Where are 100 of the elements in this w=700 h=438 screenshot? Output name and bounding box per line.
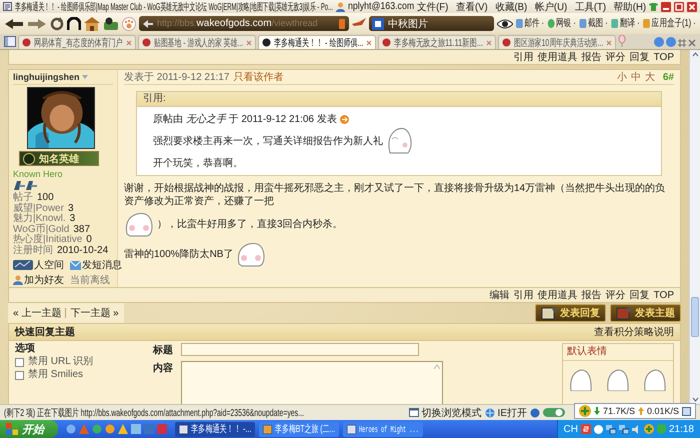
forward-circle-icon[interactable] bbox=[666, 37, 676, 47]
input-method-icon[interactable] bbox=[580, 424, 591, 434]
minimize-button[interactable] bbox=[661, 2, 671, 12]
space-icon[interactable] bbox=[13, 260, 33, 270]
post-action-link[interactable]: TOP bbox=[654, 290, 674, 300]
close-icon[interactable] bbox=[688, 39, 696, 47]
dropdown-icon[interactable] bbox=[82, 75, 88, 79]
back-icon[interactable] bbox=[4, 18, 24, 30]
shirt-icon[interactable] bbox=[649, 2, 658, 10]
tab-menu-icon[interactable] bbox=[678, 39, 686, 47]
message-icon[interactable] bbox=[70, 260, 81, 270]
close-icon[interactable] bbox=[366, 40, 372, 46]
author-name[interactable]: linghuijingshen bbox=[13, 72, 80, 82]
eye-icon[interactable] bbox=[497, 18, 513, 28]
post-action-link[interactable]: 评分 bbox=[606, 50, 626, 64]
refresh-icon[interactable] bbox=[50, 16, 64, 30]
emoticon-icon[interactable] bbox=[642, 367, 667, 391]
status-button[interactable]: IE打开 bbox=[498, 406, 527, 420]
scrollbar[interactable] bbox=[689, 50, 700, 404]
pin-icon[interactable] bbox=[618, 35, 626, 47]
author-only-link[interactable]: 只看该作者 bbox=[233, 70, 284, 84]
network-icon[interactable] bbox=[606, 424, 616, 434]
scroll-down-icon[interactable] bbox=[690, 395, 700, 404]
account-link[interactable]: nplyht@163.com bbox=[348, 1, 414, 12]
volume-icon[interactable] bbox=[632, 424, 641, 434]
next-topic-link[interactable]: 下一主题 » bbox=[70, 306, 119, 320]
back-circle-icon[interactable] bbox=[654, 37, 664, 47]
globe-icon[interactable] bbox=[484, 408, 495, 418]
browser-tab[interactable]: 网易体育_有态度的体育门户 bbox=[18, 35, 136, 49]
menu-item[interactable]: 帐户(U) bbox=[534, 0, 568, 14]
add-friend-icon[interactable] bbox=[13, 275, 23, 285]
post-action-link[interactable]: 使用道具 bbox=[538, 288, 578, 302]
profile-link[interactable]: 人空间 bbox=[34, 258, 64, 272]
close-icon[interactable] bbox=[606, 40, 612, 46]
menu-item[interactable]: 帮助(H) bbox=[614, 0, 646, 14]
post-action-link[interactable]: 回复 bbox=[630, 288, 650, 302]
post-action-link[interactable]: 评分 bbox=[606, 288, 626, 302]
post-action-link[interactable]: 回复 bbox=[630, 50, 650, 64]
taskbar-button[interactable]: 李多梅BT之旅 (二... bbox=[259, 422, 339, 436]
search-field[interactable]: 中秋图片 bbox=[369, 16, 494, 31]
sidebar-icon[interactable] bbox=[4, 36, 16, 47]
browser-tab[interactable]: 贴图基地 - 游戏人的家 英雄... bbox=[138, 35, 256, 49]
network-icon[interactable] bbox=[618, 424, 629, 434]
post-text: 谢谢，开始根据战神的战报，用蛮牛摇死邪恶之主，刚才又试了一下，直接将接骨升级为14万雷神（当然把牛头出现的的负资产修改为正常资产，还赚了一把 bbox=[124, 182, 666, 208]
emoticon-icon[interactable] bbox=[606, 367, 630, 391]
maximize-button[interactable] bbox=[674, 2, 684, 12]
subject-field[interactable] bbox=[181, 343, 419, 356]
toolbar-button[interactable]: 翻译 · bbox=[612, 16, 640, 30]
jump-icon[interactable] bbox=[340, 114, 349, 124]
toolbar-button[interactable]: 网银 · bbox=[548, 16, 576, 30]
tray-icon[interactable] bbox=[594, 424, 603, 434]
taskbar-button[interactable]: 李多梅通关！！ -... bbox=[175, 422, 255, 436]
menu-item[interactable]: 查看(V) bbox=[456, 0, 488, 14]
upload-speed: 0.01K/S bbox=[646, 406, 679, 416]
post-action-link[interactable]: 编辑 bbox=[490, 288, 510, 302]
font-size-link[interactable]: 大 bbox=[644, 70, 655, 84]
close-icon[interactable] bbox=[126, 40, 132, 46]
font-size-link[interactable]: 小 bbox=[616, 70, 627, 84]
help-link[interactable]: 查看积分策略说明 bbox=[594, 325, 674, 339]
scroll-thumb[interactable] bbox=[691, 297, 699, 337]
post-button[interactable]: 发表主题 bbox=[610, 304, 681, 322]
profile-link[interactable]: 加为好友 bbox=[24, 273, 64, 287]
scroll-up-icon[interactable] bbox=[690, 50, 700, 59]
browser-tab[interactable]: 李多梅无敌之旅11.11新图... bbox=[378, 35, 496, 49]
browser-tab[interactable]: 李多梅通关！！ - 绘图师俱... bbox=[258, 35, 376, 49]
toolbar-button[interactable]: 应用盒子(1) · bbox=[643, 16, 696, 30]
checkbox[interactable] bbox=[15, 358, 24, 366]
font-size-link[interactable]: 中 bbox=[630, 70, 641, 84]
globe-icon[interactable] bbox=[530, 408, 540, 418]
close-icon[interactable] bbox=[486, 40, 492, 46]
post-text: 雷神的100%降防太NB了 bbox=[124, 248, 234, 260]
toggle-icon[interactable] bbox=[543, 408, 565, 417]
paw-icon[interactable] bbox=[122, 16, 136, 30]
home-icon[interactable] bbox=[84, 16, 100, 30]
profile-link[interactable]: 发短消息 bbox=[82, 258, 122, 272]
menu-item[interactable]: 收藏(B) bbox=[495, 0, 528, 14]
menu-item[interactable]: 文件(F) bbox=[417, 0, 448, 14]
menu-item[interactable]: 工具(T) bbox=[574, 0, 606, 14]
previous-topic-link[interactable]: « 上一主题 bbox=[13, 306, 62, 320]
post-action-link[interactable]: 报告 bbox=[582, 50, 602, 64]
post-action-link[interactable]: 引用 bbox=[514, 288, 534, 302]
post-action-link[interactable]: TOP bbox=[654, 52, 674, 62]
toolbar-button[interactable]: 截图 · bbox=[580, 16, 608, 30]
checkbox[interactable] bbox=[15, 370, 24, 380]
search-engine-icon[interactable] bbox=[372, 18, 384, 30]
taskbar-button[interactable]: Heroes of Might ... bbox=[343, 422, 423, 436]
address-field[interactable]: http://bbs.wakeofgods.com/viewthread bbox=[139, 16, 349, 31]
post-action-link[interactable]: 使用道具 bbox=[538, 50, 578, 64]
post-action-link[interactable]: 报告 bbox=[582, 288, 602, 302]
emoticon-icon[interactable] bbox=[569, 367, 594, 391]
window-icon[interactable] bbox=[408, 408, 419, 417]
plus-icon[interactable] bbox=[644, 424, 654, 434]
status-button[interactable]: 切换浏览模式 bbox=[422, 406, 482, 420]
post-action-link[interactable]: 引用 bbox=[514, 50, 534, 64]
close-icon[interactable] bbox=[246, 40, 252, 46]
browser-tab[interactable]: 图区游家10周年庆典活动第... bbox=[498, 35, 616, 49]
post-button[interactable]: 发表回复 bbox=[535, 304, 606, 322]
rank-badge: 知名英雄 bbox=[19, 151, 99, 166]
toolbar-button[interactable]: 邮件 · bbox=[516, 16, 544, 30]
close-button[interactable] bbox=[687, 2, 697, 12]
